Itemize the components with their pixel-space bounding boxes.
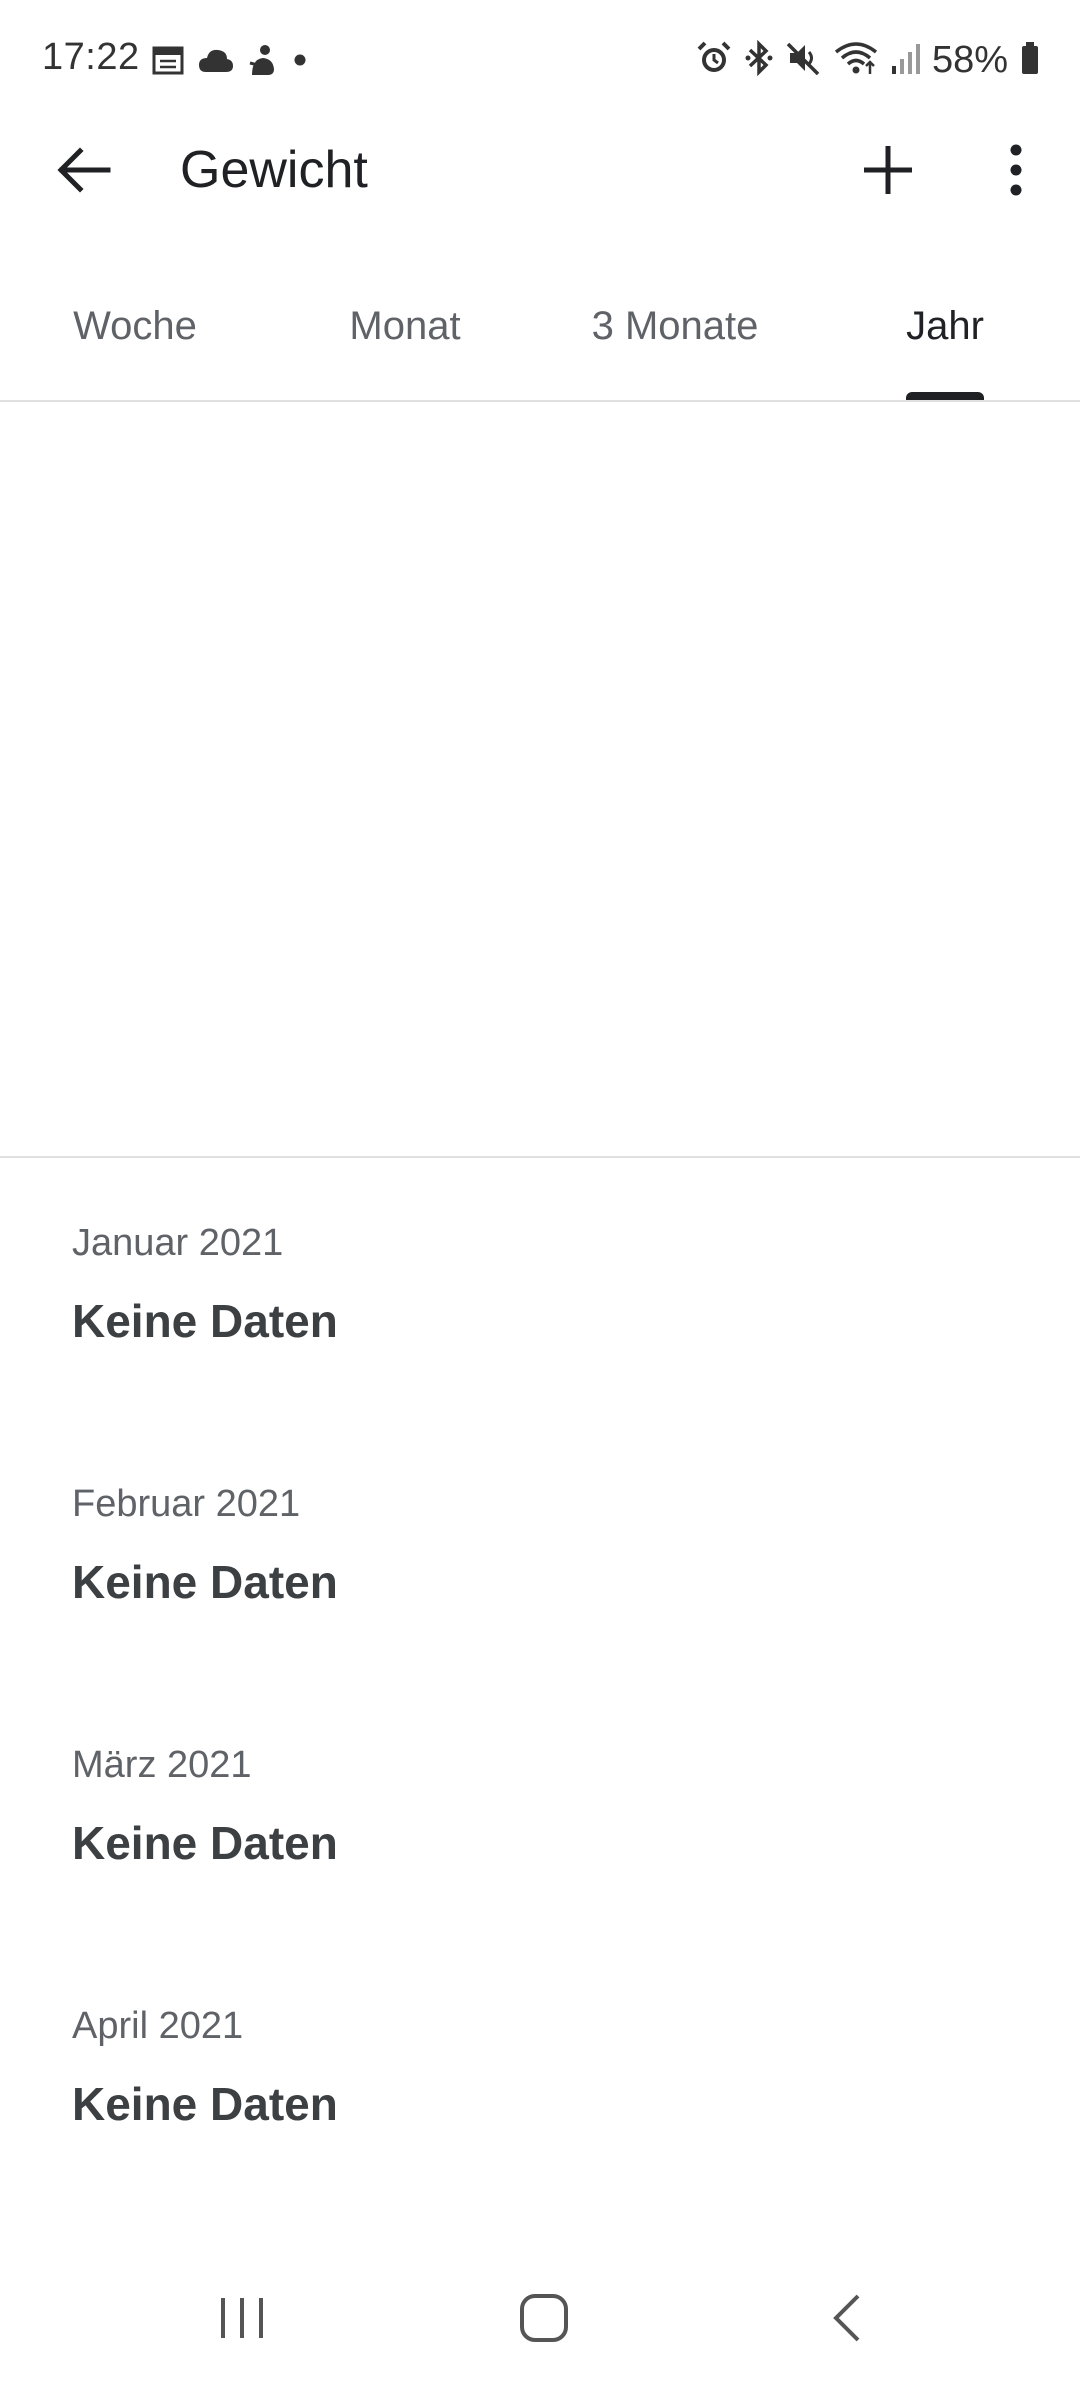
add-button[interactable]: [848, 138, 928, 206]
status-bar: 17:22 58%: [0, 0, 1080, 120]
month-value: Keine Daten: [72, 1295, 338, 1347]
tab-3-monate[interactable]: 3 Monate: [560, 280, 790, 400]
more-vert-icon: [1008, 144, 1024, 201]
home-button[interactable]: [484, 2270, 604, 2370]
month-label: März 2021: [72, 1744, 252, 1786]
list-item[interactable]: März 2021 Keine Daten: [72, 1744, 972, 1944]
add-icon: [862, 144, 914, 201]
home-icon: [518, 2292, 570, 2349]
arrow-back-icon: [56, 146, 112, 199]
recents-icon: [217, 2294, 267, 2347]
recents-button[interactable]: [182, 2270, 302, 2370]
list-item[interactable]: Februar 2021 Keine Daten: [72, 1483, 972, 1683]
page-title: Gewicht: [180, 141, 368, 199]
notification-dot-icon: [292, 52, 308, 73]
chart-area: [0, 402, 1080, 1158]
back-button[interactable]: [44, 138, 124, 206]
month-value: Keine Daten: [72, 1556, 338, 1608]
month-label: April 2021: [72, 2005, 244, 2047]
calendar-icon: [152, 45, 184, 80]
battery-icon: [1020, 40, 1040, 81]
month-value: Keine Daten: [72, 1817, 338, 1869]
list-item[interactable]: Januar 2021 Keine Daten: [72, 1222, 972, 1422]
nav-back-icon: [828, 2292, 864, 2349]
status-time: 17:22: [42, 36, 140, 78]
tab-woche[interactable]: Woche: [40, 280, 230, 400]
app-bar: Gewicht: [0, 120, 1080, 224]
alarm-icon: [696, 40, 732, 81]
month-label: Februar 2021: [72, 1483, 301, 1525]
active-tab-indicator: [906, 392, 984, 400]
month-value: Keine Daten: [72, 2078, 338, 2130]
bluetooth-icon: [744, 39, 774, 81]
mute-icon: [786, 40, 822, 81]
battery-percentage: 58%: [931, 38, 1008, 81]
list-item[interactable]: April 2021 Keine Daten: [72, 2005, 972, 2205]
system-nav-bar: [0, 2240, 1080, 2400]
cloud-icon: [198, 46, 234, 79]
tab-jahr[interactable]: Jahr: [850, 280, 1040, 400]
bixby-icon: [248, 43, 278, 82]
nav-back-button[interactable]: [786, 2270, 906, 2370]
month-label: Januar 2021: [72, 1222, 284, 1264]
signal-icon: [890, 40, 920, 81]
status-right-icons: 58%: [696, 36, 1040, 84]
more-options-button[interactable]: [976, 138, 1056, 206]
period-tabs: Woche Monat 3 Monate Jahr: [0, 280, 1080, 402]
wifi-icon: [834, 40, 878, 81]
tab-monat[interactable]: Monat: [310, 280, 500, 400]
status-left-icons: [152, 42, 308, 82]
